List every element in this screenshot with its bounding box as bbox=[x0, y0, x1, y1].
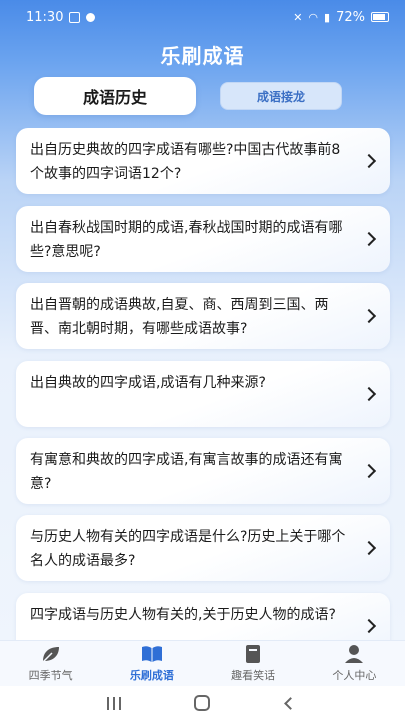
back-button[interactable] bbox=[281, 695, 301, 711]
battery-text: 72% bbox=[336, 9, 365, 25]
list-item-text: 四字成语与历史人物有关的,关于历史人物的成语? bbox=[30, 607, 336, 623]
recent-apps-button[interactable] bbox=[104, 695, 124, 711]
list-item[interactable]: 与历史人物有关的四字成语是什么?历史上关于哪个名人的成语最多? bbox=[16, 515, 390, 581]
tab-idiom-history[interactable]: 成语历史 bbox=[34, 77, 196, 115]
chevron-right-icon bbox=[361, 308, 377, 324]
tab-idiom-chain[interactable]: 成语接龙 bbox=[220, 82, 342, 110]
list-item-text: 出自历史典故的四字成语有哪些?中国古代故事前8个故事的四字词语12个? bbox=[30, 142, 341, 182]
signal-icon: ▮ bbox=[324, 10, 331, 24]
list-item-text: 与历史人物有关的四字成语是什么?历史上关于哪个名人的成语最多? bbox=[30, 529, 346, 569]
question-list[interactable]: 出自历史典故的四字成语有哪些?中国古代故事前8个故事的四字词语12个? 出自春秋… bbox=[0, 128, 405, 640]
location-notification-icon bbox=[86, 12, 96, 22]
nav-item-seasons[interactable]: 四季节气 bbox=[11, 644, 91, 683]
person-icon bbox=[345, 645, 364, 663]
status-left: 11:30 bbox=[26, 9, 96, 25]
system-nav-bar bbox=[0, 686, 405, 720]
notebook-icon bbox=[246, 645, 261, 663]
list-item[interactable]: 出自春秋战国时期的成语,春秋战国时期的成语有哪些?意思呢? bbox=[16, 206, 390, 272]
home-button[interactable] bbox=[192, 695, 212, 711]
list-item[interactable]: 出自历史典故的四字成语有哪些?中国古代故事前8个故事的四字词语12个? bbox=[16, 128, 390, 194]
nav-label: 四季节气 bbox=[28, 669, 73, 682]
chevron-right-icon bbox=[361, 463, 377, 479]
nav-label: 个人中心 bbox=[332, 669, 377, 682]
battery-icon bbox=[371, 12, 389, 22]
nav-item-idioms[interactable]: 乐刷成语 bbox=[112, 644, 192, 683]
list-item-text: 有寓意和典故的四字成语,有寓言故事的成语还有寓意? bbox=[30, 452, 343, 492]
leaf-icon bbox=[42, 647, 59, 663]
nav-label: 乐刷成语 bbox=[129, 669, 174, 682]
wifi-icon: ◠ bbox=[308, 10, 319, 24]
nav-item-profile[interactable]: 个人中心 bbox=[314, 644, 394, 683]
list-item[interactable]: 出自晋朝的成语典故,自夏、商、西周到三国、两晋、南北朝时期，有哪些成语故事? bbox=[16, 283, 390, 349]
status-bar: 11:30 ✕ ◠ ▮ 72% bbox=[0, 0, 405, 34]
mute-icon: ✕ bbox=[293, 10, 303, 24]
status-time: 11:30 bbox=[26, 9, 64, 25]
bottom-nav: 四季节气 乐刷成语 趣看笑话 个人中心 bbox=[0, 640, 405, 686]
list-item[interactable]: 出自典故的四字成语,成语有几种来源? bbox=[16, 361, 390, 427]
image-notification-icon bbox=[69, 11, 81, 23]
chevron-right-icon bbox=[361, 540, 377, 556]
status-right: ✕ ◠ ▮ 72% bbox=[293, 10, 389, 25]
back-icon bbox=[284, 696, 298, 710]
chevron-right-icon bbox=[361, 386, 377, 402]
chevron-right-icon bbox=[361, 618, 377, 634]
page-title: 乐刷成语 bbox=[160, 44, 245, 68]
chevron-right-icon bbox=[361, 153, 377, 169]
list-item[interactable]: 有寓意和典故的四字成语,有寓言故事的成语还有寓意? bbox=[16, 438, 390, 504]
nav-item-jokes[interactable]: 趣看笑话 bbox=[213, 644, 293, 683]
list-item[interactable]: 四字成语与历史人物有关的,关于历史人物的成语? bbox=[16, 593, 390, 640]
book-icon bbox=[141, 646, 162, 662]
recent-apps-icon bbox=[107, 696, 122, 710]
list-item-text: 出自典故的四字成语,成语有几种来源? bbox=[30, 375, 266, 391]
chevron-right-icon bbox=[361, 231, 377, 247]
home-icon bbox=[194, 695, 211, 711]
list-item-text: 出自春秋战国时期的成语,春秋战国时期的成语有哪些?意思呢? bbox=[30, 220, 343, 260]
nav-label: 趣看笑话 bbox=[231, 669, 276, 682]
list-item-text: 出自晋朝的成语典故,自夏、商、西周到三国、两晋、南北朝时期，有哪些成语故事? bbox=[30, 297, 329, 337]
